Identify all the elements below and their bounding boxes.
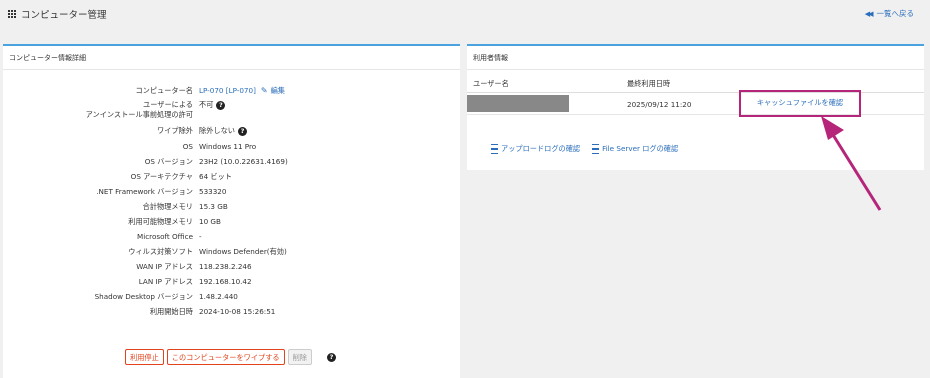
wipe-exclusion-value: 除外しない ? — [199, 126, 247, 136]
dotnet-row: .NET Framework バージョン 533320 — [3, 187, 460, 201]
computer-info-panel: コンピューター情報詳細 コンピューター名 LP-070 [LP-070] ✎ 編… — [3, 44, 460, 378]
lan-ip-row: LAN IP アドレス 192.168.10.42 — [3, 277, 460, 291]
upload-log-label: アップロードログの確認 — [501, 144, 581, 153]
os-version-value: 23H2 (10.0.22631.4169) — [199, 157, 288, 166]
start-date-row: 利用開始日時 2024-10-08 15:26:51 — [3, 307, 460, 321]
antivirus-value: Windows Defender(有効) — [199, 247, 287, 256]
os-version-row: OS バージョン 23H2 (10.0.22631.4169) — [3, 157, 460, 171]
dotnet-value: 533320 — [199, 187, 227, 196]
lan-ip-value: 192.168.10.42 — [199, 277, 252, 286]
shadow-desktop-value: 1.48.2.440 — [199, 292, 238, 301]
start-date-value: 2024-10-08 15:26:51 — [199, 307, 276, 316]
uninstall-label-line1: ユーザーによる — [143, 100, 193, 109]
wipe-computer-button[interactable]: このコンピューターをワイプする — [166, 349, 285, 365]
redacted-user-name — [467, 95, 569, 112]
os-row: OS Windows 11 Pro — [3, 142, 460, 156]
computer-name-link[interactable]: LP-070 [LP-070] — [199, 86, 256, 96]
antivirus-label: ウィルス対策ソフト — [128, 247, 193, 256]
os-value: Windows 11 Pro — [199, 142, 257, 151]
log-links: アップロードログの確認 File Server ログの確認 — [491, 144, 678, 154]
user-name-column-header: ユーザー名 — [473, 79, 509, 88]
grid-icon — [8, 10, 16, 18]
uninstall-label-line2: アンインストール事前処理の許可 — [85, 110, 193, 119]
table-row: 2025/09/12 11:20 キャッシュファイルを確認 — [467, 90, 924, 117]
uninstall-value: 不可 ? — [199, 100, 226, 110]
question-circle-icon[interactable]: ? — [216, 100, 226, 110]
shadow-desktop-row: Shadow Desktop バージョン 1.48.2.440 — [3, 292, 460, 306]
delete-button[interactable]: 削除 — [287, 349, 312, 365]
antivirus-row: ウィルス対策ソフト Windows Defender(有効) — [3, 247, 460, 261]
wipe-exclusion-row: ワイプ除外 除外しない ? — [3, 126, 460, 140]
os-arch-row: OS アーキテクチャ 64 ビット — [3, 172, 460, 186]
edit-link[interactable]: 編集 — [271, 86, 285, 96]
office-label: Microsoft Office — [137, 232, 193, 241]
question-circle-icon[interactable]: ? — [237, 126, 247, 136]
check-cache-files-link[interactable]: キャッシュファイルを確認 — [739, 90, 861, 117]
total-memory-row: 合計物理メモリ 15.3 GB — [3, 202, 460, 216]
available-memory-row: 利用可能物理メモリ 10 GB — [3, 217, 460, 231]
wan-ip-value: 118.238.2.246 — [199, 262, 252, 271]
uninstall-value-text: 不可 — [199, 100, 214, 109]
pencil-icon[interactable]: ✎ — [261, 86, 268, 96]
available-memory-value: 10 GB — [199, 217, 221, 226]
list-icon — [592, 144, 600, 154]
computer-info-panel-title: コンピューター情報詳細 — [3, 46, 460, 70]
computer-name-label: コンピューター名 — [135, 86, 193, 95]
total-memory-value: 15.3 GB — [199, 202, 228, 211]
page-title: コンピューター管理 — [8, 7, 107, 21]
wipe-exclusion-value-text: 除外しない — [199, 126, 235, 135]
computer-name-row: コンピューター名 LP-070 [LP-070] ✎ 編集 — [3, 86, 460, 100]
user-info-panel-title: 利用者情報 — [467, 46, 924, 70]
stop-usage-button[interactable]: 利用停止 — [125, 349, 164, 365]
upload-log-link[interactable]: アップロードログの確認 — [491, 144, 580, 154]
back-to-list-label: 一覧へ戻る — [876, 9, 915, 18]
last-used-value: 2025/09/12 11:20 — [627, 100, 692, 109]
wan-ip-label: WAN IP アドレス — [136, 262, 193, 271]
lan-ip-label: LAN IP アドレス — [138, 277, 193, 286]
available-memory-label: 利用可能物理メモリ — [128, 217, 193, 226]
os-arch-label: OS アーキテクチャ — [130, 172, 193, 181]
action-buttons: 利用停止 このコンピューターをワイプする 削除 ? — [125, 349, 336, 365]
user-info-panel: 利用者情報 ユーザー名 最終利用日時 2025/09/12 11:20 キャッシ… — [467, 44, 924, 170]
total-memory-label: 合計物理メモリ — [142, 202, 193, 211]
office-value: - — [199, 232, 202, 241]
os-label: OS — [182, 142, 193, 151]
os-version-label: OS バージョン — [144, 157, 193, 166]
office-row: Microsoft Office - — [3, 232, 460, 246]
shadow-desktop-label: Shadow Desktop バージョン — [94, 292, 193, 301]
start-date-label: 利用開始日時 — [149, 307, 193, 316]
list-icon — [491, 144, 498, 154]
double-left-arrow-icon: ◀◀ — [864, 9, 874, 18]
dotnet-label: .NET Framework バージョン — [96, 187, 193, 196]
last-used-column-header: 最終利用日時 — [627, 79, 671, 88]
top-bar: コンピューター管理 ◀◀ 一覧へ戻る — [0, 0, 930, 26]
computer-name-value: LP-070 [LP-070] ✎ 編集 — [199, 86, 285, 96]
file-server-log-label: File Server ログの確認 — [602, 144, 679, 153]
question-circle-icon[interactable]: ? — [326, 352, 336, 362]
wan-ip-row: WAN IP アドレス 118.238.2.246 — [3, 262, 460, 276]
back-to-list-link[interactable]: ◀◀ 一覧へ戻る — [865, 8, 914, 19]
os-arch-value: 64 ビット — [199, 172, 232, 181]
uninstall-permission-row: ユーザーによる アンインストール事前処理の許可 不可 ? — [3, 100, 460, 122]
page-title-text: コンピューター管理 — [21, 10, 107, 21]
wipe-exclusion-label: ワイプ除外 — [157, 126, 193, 135]
file-server-log-link[interactable]: File Server ログの確認 — [592, 144, 678, 154]
